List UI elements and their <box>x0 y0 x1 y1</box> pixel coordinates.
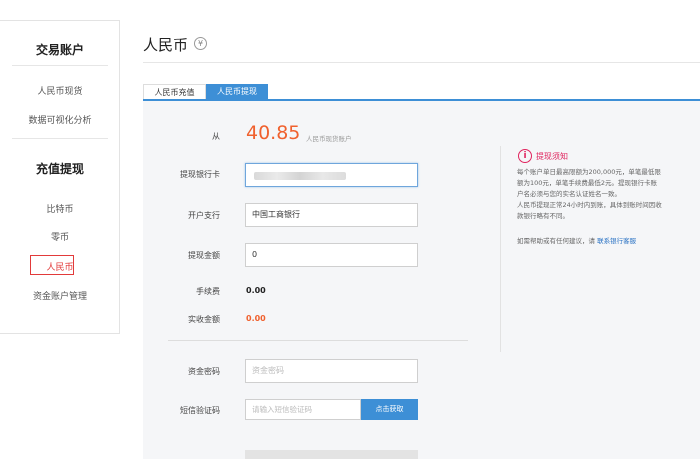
notice-line: 额为100元，单笔手续费最低2元。提现银行卡账 <box>517 179 658 187</box>
sidebar: 交易账户 人民币现货 数据可视化分析 充值提现 比特币 零币 人民币 资金账户管… <box>0 20 120 334</box>
notice-help: 如需帮助或有任何建议，请 联系银行客服 <box>517 235 636 245</box>
yen-icon: ¥ <box>194 37 207 50</box>
get-sms-code-button[interactable]: 点击获取 <box>361 399 418 420</box>
bank-card-select[interactable] <box>245 163 418 187</box>
withdraw-amount-input[interactable]: 0 <box>245 243 418 267</box>
notice-title: 提现须知 <box>536 152 568 161</box>
branch-input[interactable]: 中国工商银行 <box>245 203 418 227</box>
sidebar-item-fund-account[interactable]: 资金账户管理 <box>0 289 120 302</box>
submit-button[interactable] <box>245 450 418 459</box>
sidebar-item-data-analysis[interactable]: 数据可视化分析 <box>0 113 120 126</box>
fund-password-input[interactable]: 资金密码 <box>245 359 418 383</box>
info-icon: i <box>518 149 532 163</box>
masked-card-number <box>254 172 346 180</box>
contact-support-link[interactable]: 联系银行客服 <box>597 237 636 245</box>
sidebar-item-cny[interactable]: 人民币 <box>0 260 120 273</box>
notice-body: 每个账户单日最高限额为200,000元，单笔最低限 额为100元，单笔手续费最低… <box>517 167 677 222</box>
notice-divider <box>500 146 501 352</box>
tab-cny-deposit[interactable]: 人民币充值 <box>143 84 206 100</box>
actual-amount-value: 0.00 <box>246 314 266 323</box>
help-text: 如需帮助或有任何建议，请 <box>517 237 595 245</box>
title-divider <box>143 62 700 63</box>
sidebar-divider <box>12 138 108 139</box>
fee-value: 0.00 <box>246 286 266 295</box>
withdraw-amount-label: 提现金额 <box>188 251 220 260</box>
source-account: 人民币现货账户 <box>306 135 352 143</box>
sidebar-item-bitcoin[interactable]: 比特币 <box>0 202 120 215</box>
notice-line: 户名必须与您的实名认证姓名一致。 <box>517 190 621 198</box>
sidebar-section-deposit-title: 充值提现 <box>35 162 84 176</box>
withdraw-panel <box>143 101 700 459</box>
sidebar-item-cny-spot[interactable]: 人民币现货 <box>0 84 120 97</box>
notice-line: 款银行略有不同。 <box>517 212 569 220</box>
form-divider <box>168 340 468 341</box>
sidebar-item-zcash[interactable]: 零币 <box>0 230 120 243</box>
tab-cny-withdraw[interactable]: 人民币提现 <box>206 84 268 100</box>
available-balance: 40.85 <box>246 122 301 144</box>
sms-code-label: 短信验证码 <box>180 406 220 415</box>
notice-line: 人民币提现正常24小时内到账，具体到账时间因收 <box>517 201 662 209</box>
fee-label: 手续费 <box>196 287 220 296</box>
sms-code-input[interactable]: 请输入短信验证码 <box>245 399 361 420</box>
sidebar-divider <box>12 65 108 66</box>
fund-password-label: 资金密码 <box>188 367 220 376</box>
sidebar-section-trading-title: 交易账户 <box>35 43 84 57</box>
from-label: 从 <box>212 132 220 141</box>
bank-card-label: 提现银行卡 <box>180 170 220 179</box>
branch-label: 开户支行 <box>188 211 220 220</box>
notice-line: 每个账户单日最高限额为200,000元，单笔最低限 <box>517 168 661 176</box>
actual-amount-label: 实收金额 <box>188 315 220 324</box>
page-title: 人民币 <box>143 36 189 54</box>
